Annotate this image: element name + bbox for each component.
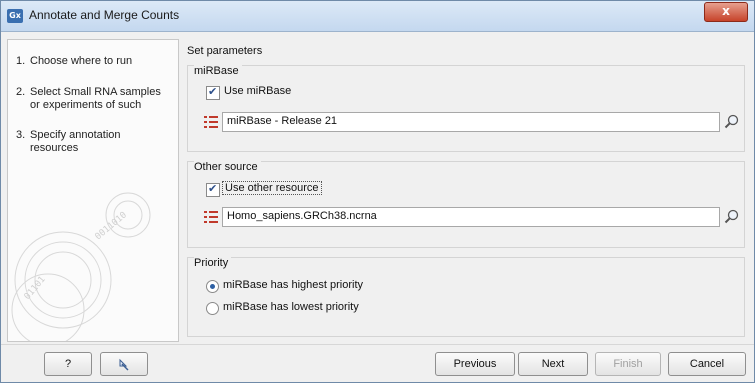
use-other-resource-label: Use other resource — [222, 181, 322, 195]
use-mirbase-checkbox[interactable]: ✔ — [206, 85, 220, 100]
step-3: 3. Specify annotation resources — [16, 129, 170, 155]
lowest-priority-label: miRBase has lowest priority — [223, 301, 359, 313]
next-button[interactable]: Next — [518, 352, 588, 376]
priority-group: Priority miRBase has highest priority mi… — [187, 257, 745, 337]
button-bar: ? Previous Next Finish Cancel — [1, 344, 754, 383]
close-button[interactable]: x — [704, 2, 748, 22]
step-3-number: 3. — [16, 129, 26, 141]
use-other-resource-checkbox[interactable]: ✔ — [206, 182, 220, 197]
checkmark-icon: ✔ — [208, 182, 218, 195]
step-1: 1. Choose where to run — [16, 55, 170, 68]
step-3-label: Specify annotation resources — [30, 129, 121, 154]
step-1-number: 1. — [16, 55, 26, 67]
cancel-button[interactable]: Cancel — [668, 352, 746, 376]
radio-selected-dot — [210, 284, 215, 289]
priority-group-label: Priority — [194, 257, 232, 269]
other-resource-field[interactable]: Homo_sapiens.GRCh38.ncrna — [222, 207, 720, 227]
reset-arrow-icon — [119, 358, 129, 371]
wizard-steps-panel: 0011010 01101 1. Choose where to run 2. Se… — [7, 39, 179, 342]
highest-priority-label: miRBase has highest priority — [223, 279, 364, 291]
mirbase-group: miRBase ✔ Use miRBase miRBase - Release … — [187, 65, 745, 152]
page-title: Set parameters — [187, 45, 263, 57]
mirbase-resource-value: miRBase - Release 21 — [227, 115, 338, 127]
previous-button[interactable]: Previous — [435, 352, 515, 376]
browse-magnifier-icon[interactable] — [724, 209, 740, 225]
use-mirbase-label: Use miRBase — [224, 85, 292, 97]
checkmark-icon: ✔ — [208, 85, 218, 98]
mirbase-group-label: miRBase — [194, 65, 242, 77]
decorative-spiral-icon: 0011010 01101 — [11, 192, 151, 341]
app-icon: Gx — [7, 9, 23, 23]
parameters-panel: Set parameters miRBase ✔ Use miRBase miR… — [183, 39, 749, 340]
finish-button: Finish — [595, 352, 661, 376]
list-icon — [204, 211, 218, 223]
step-2-number: 2. — [16, 86, 26, 98]
step-2: 2. Select Small RNA samples or experiment… — [16, 86, 170, 112]
window-title: Annotate and Merge Counts — [29, 8, 180, 22]
help-button[interactable]: ? — [44, 352, 92, 376]
browse-magnifier-icon[interactable] — [724, 114, 740, 130]
mirbase-resource-field[interactable]: miRBase - Release 21 — [222, 112, 720, 132]
step-1-label: Choose where to run — [30, 55, 133, 67]
list-icon — [204, 116, 218, 128]
title-bar[interactable]: Gx Annotate and Merge Counts x — [1, 1, 754, 32]
lowest-priority-radio[interactable] — [206, 302, 219, 315]
svg-text:0011010: 0011010 — [94, 210, 129, 242]
dialog-window: Gx Annotate and Merge Counts x 0011010 0… — [0, 0, 755, 383]
other-source-group-label: Other source — [194, 161, 261, 173]
other-resource-value: Homo_sapiens.GRCh38.ncrna — [227, 210, 377, 222]
other-source-group: Other source ✔ Use other resource Homo_s… — [187, 161, 745, 248]
highest-priority-radio[interactable] — [206, 280, 219, 293]
reset-button[interactable] — [100, 352, 148, 376]
step-2-label: Select Small RNA samples or experiments … — [30, 86, 161, 111]
